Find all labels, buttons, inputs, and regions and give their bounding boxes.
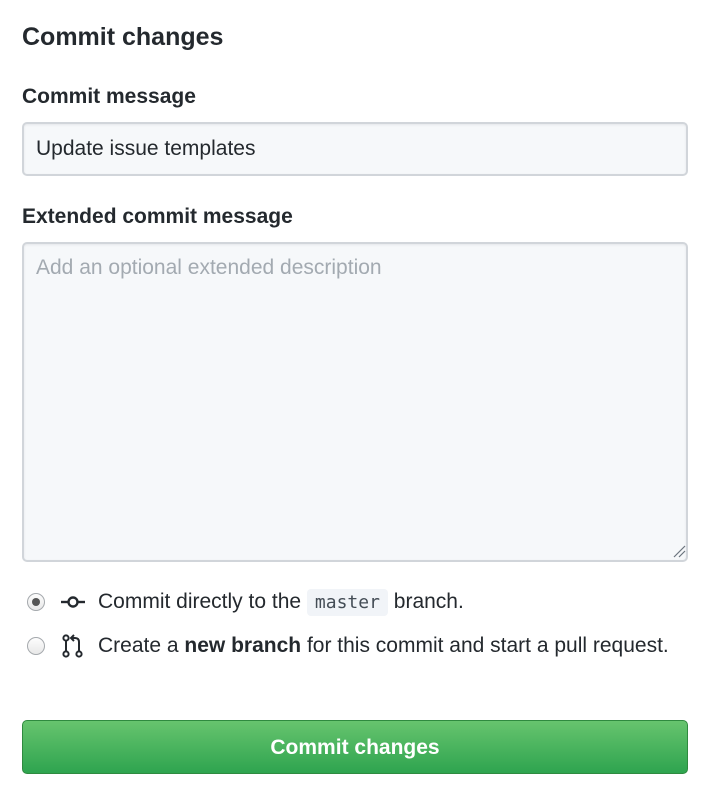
extended-message-label: Extended commit message xyxy=(22,205,293,228)
git-commit-icon xyxy=(61,596,85,608)
form-heading: Commit changes xyxy=(22,23,224,51)
new-branch-radio[interactable] xyxy=(27,637,45,655)
commit-message-input[interactable] xyxy=(22,122,688,176)
new-branch-label: Create a new branch for this commit and … xyxy=(98,634,669,657)
commit-direct-label: Commit directly to the master branch. xyxy=(98,586,464,619)
branch-name: master xyxy=(306,589,388,616)
extended-message-textarea[interactable] xyxy=(22,242,688,562)
commit-changes-button[interactable]: Commit changes xyxy=(22,720,688,774)
commit-direct-radio[interactable] xyxy=(27,593,45,611)
commit-message-label: Commit message xyxy=(22,85,196,108)
resize-grip-icon[interactable] xyxy=(672,544,686,558)
